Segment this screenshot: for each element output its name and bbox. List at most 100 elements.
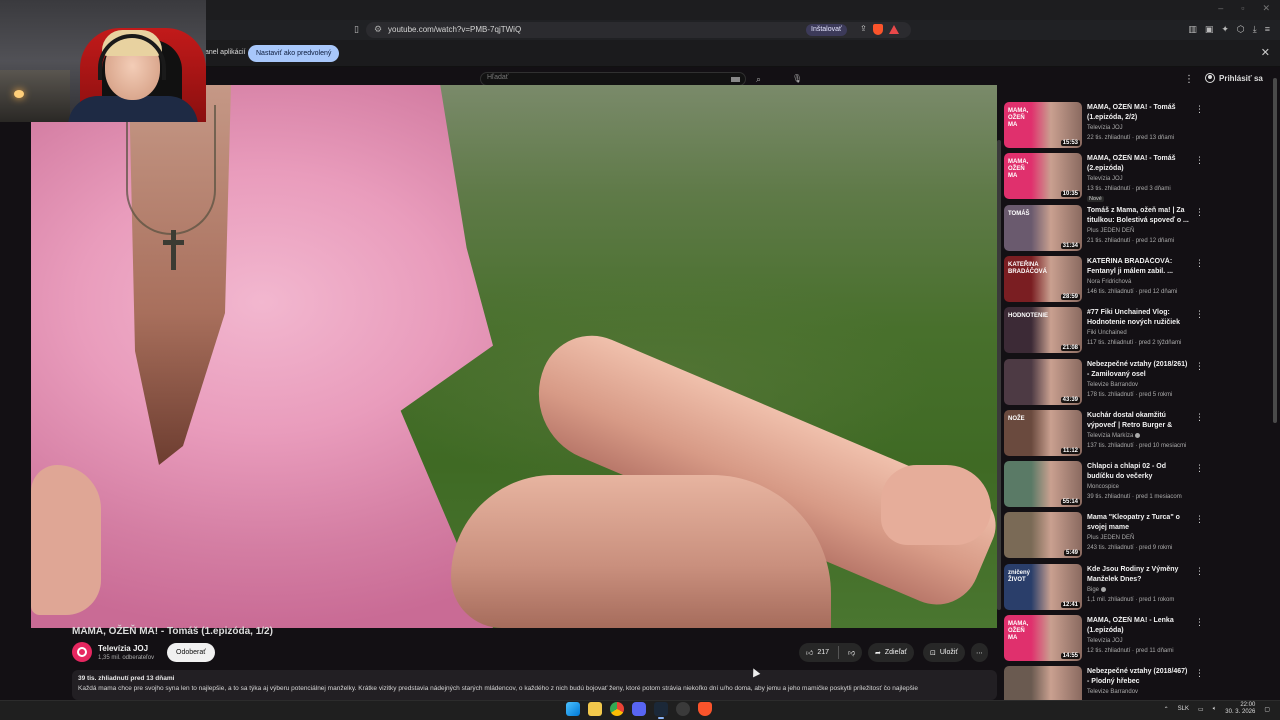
related-video-title[interactable]: #77 Fiki Unchained Vlog: Hodnotenie nový… [1087, 308, 1191, 328]
related-video-item[interactable]: 55:14 Chlapci a chlapi 02 - Od budíčku d… [1004, 461, 1204, 513]
keyboard-icon[interactable] [731, 77, 740, 82]
related-video-title[interactable]: MAMA, OŽEŇ MA! - Lenka (1.epizóda) [1087, 616, 1191, 636]
related-video-thumbnail[interactable]: MAMA, OŽEŇ MA 10:35 [1004, 153, 1082, 200]
start-menu-icon[interactable] [566, 702, 580, 716]
downloads-icon[interactable]: ⤓ [1253, 24, 1257, 35]
menu-icon[interactable]: ≡ [1265, 24, 1270, 35]
more-options-icon[interactable]: ⋮ [1195, 258, 1204, 269]
related-video-item[interactable]: 5:49 Mama "Kleopatry z Turca" o svojej m… [1004, 512, 1204, 564]
search-input[interactable] [480, 72, 746, 86]
wallet-icon[interactable]: ▣ [1205, 24, 1214, 35]
related-video-item[interactable]: 43:39 Nebezpečné vztahy (2018/261) - Zam… [1004, 358, 1204, 411]
more-options-icon[interactable]: ⋮ [1195, 155, 1204, 166]
more-options-icon[interactable]: ⋮ [1195, 514, 1204, 525]
page-scrollbar[interactable] [1273, 78, 1277, 423]
related-video-title[interactable]: Nebezpečné vztahy (2018/467) - Plodný hř… [1087, 667, 1191, 687]
restore-icon[interactable]: ▫ [1241, 3, 1244, 14]
video-scrollbar[interactable] [997, 140, 1001, 610]
like-count[interactable]: 217 [817, 649, 829, 656]
related-video-thumbnail[interactable]: MAMA, OŽEŇ MA 15:53 [1004, 102, 1082, 148]
related-video-thumbnail[interactable]: 43:39 [1004, 358, 1082, 405]
more-options-icon[interactable]: ⋮ [1184, 74, 1194, 85]
search-icon[interactable]: ⌕ [756, 74, 761, 85]
share-button[interactable]: ➦ Zdieľať [868, 643, 915, 662]
related-video-item[interactable]: zničený ŽIVOT 12:41 Kde Jsou Rodiny z Vý… [1004, 563, 1204, 616]
related-video-title[interactable]: Kuchár dostal okamžitú výpoveď | Retro B… [1087, 411, 1191, 431]
sidebar-icon[interactable]: ▥ [1188, 24, 1197, 35]
subscribe-button[interactable]: Odoberať [167, 643, 215, 662]
more-options-icon[interactable]: ⋮ [1195, 566, 1204, 577]
more-options-icon[interactable]: ⋮ [1195, 463, 1204, 474]
site-info-icon[interactable]: ⚙ [374, 24, 382, 35]
related-video-thumbnail[interactable]: KATEŘINA BRADÁČOVÁ 28:59 [1004, 255, 1082, 302]
steam-icon[interactable] [654, 702, 668, 719]
set-default-button[interactable]: Nastaviť ako predvolený [248, 45, 340, 62]
infobar-close-icon[interactable]: ✕ [1261, 46, 1270, 59]
language-indicator[interactable]: SLK [1178, 706, 1189, 712]
like-icon[interactable]: 👍︎ [806, 648, 813, 657]
bookmark-icon[interactable]: ▯ [354, 24, 359, 35]
volume-icon[interactable]: 🔈︎ [1213, 706, 1217, 713]
discord-icon[interactable] [632, 702, 646, 716]
more-options-icon[interactable]: ⋮ [1195, 617, 1204, 628]
vpn-icon[interactable]: ⬡ [1237, 24, 1245, 35]
related-video-title[interactable]: Tomáš z Mama, ožeň ma! | Za titulkou: Bo… [1087, 206, 1191, 226]
minimize-icon[interactable]: – [1218, 3, 1223, 14]
related-video-thumbnail[interactable]: zničený ŽIVOT 12:41 [1004, 563, 1082, 610]
install-app-button[interactable]: Inštalovať [806, 24, 847, 36]
brave-shields-icon[interactable] [872, 24, 883, 35]
related-video-title[interactable]: Nebezpečné vztahy (2018/261) - Zamilovan… [1087, 360, 1191, 380]
more-options-icon[interactable]: ⋮ [1195, 361, 1204, 372]
related-video-item[interactable]: MAMA, OŽEŇ MA 10:35 MAMA, OŽEŇ MA! - Tom… [1004, 153, 1204, 205]
more-options-icon[interactable]: ⋮ [1195, 412, 1204, 423]
related-video-title[interactable]: KATEŘINA BRADÁČOVÁ: Fentanyl ji málem za… [1087, 257, 1191, 277]
save-button[interactable]: ⊡ Uložiť [923, 643, 966, 662]
more-options-icon[interactable]: ⋮ [1195, 104, 1204, 115]
subscriber-count: 1,35 mil. odberateľov [98, 655, 155, 661]
video-duration: 10:35 [1060, 191, 1080, 198]
signin-button[interactable]: Prihlásiť sa [1205, 73, 1263, 83]
related-video-thumbnail[interactable]: 55:14 [1004, 461, 1082, 508]
related-video-item[interactable]: TOMÁŠ 31:34 Tomáš z Mama, ožeň ma! | Za … [1004, 204, 1204, 257]
more-options-icon[interactable]: ⋮ [1195, 668, 1204, 679]
related-video-item[interactable]: MAMA, OŽEŇ MA 15:53 MAMA, OŽEŇ MA! - Tom… [1004, 102, 1204, 154]
clock[interactable]: 22:00 30. 3. 2026 [1225, 702, 1255, 716]
brave-icon[interactable] [698, 702, 712, 716]
related-video-meta: 39 tis. zhliadnutí · pred 1 mesiacom [1087, 494, 1182, 501]
more-options-icon[interactable]: ⋮ [1195, 207, 1204, 218]
tray-chevron-icon[interactable]: ⌃ [1164, 706, 1169, 713]
more-actions-button[interactable]: ⋯ [971, 643, 988, 662]
related-video-thumbnail[interactable]: 5:49 [1004, 512, 1082, 559]
related-video-item[interactable]: HODNOTENIE 21:08 #77 Fiki Unchained Vlog… [1004, 307, 1204, 359]
related-video-title[interactable]: Kde Jsou Rodiny z Výměny Manželek Dnes? [1087, 565, 1191, 585]
leo-ai-icon[interactable]: ✦ [1221, 24, 1229, 35]
notifications-icon[interactable]: ▢ [1264, 706, 1270, 713]
obs-icon[interactable] [676, 702, 690, 716]
related-video-title[interactable]: Mama "Kleopatry z Turca" o svojej mame [1087, 513, 1191, 533]
video-player[interactable] [31, 85, 997, 628]
related-video-title[interactable]: Chlapci a chlapi 02 - Od budíčku do veče… [1087, 462, 1191, 482]
channel-name[interactable]: Televízia JOJ [98, 644, 148, 653]
related-video-item[interactable]: MAMA, OŽEŇ MA 14:55 MAMA, OŽEŇ MA! - Len… [1004, 615, 1204, 667]
related-video-thumbnail[interactable]: MAMA, OŽEŇ MA 14:55 [1004, 615, 1082, 661]
thumbnail-label: HODNOTENIE [1008, 313, 1049, 320]
network-icon[interactable]: ▭ [1198, 706, 1204, 713]
related-video-title[interactable]: MAMA, OŽEŇ MA! - Tomáš (2.epizóda) [1087, 154, 1191, 174]
related-video-thumbnail[interactable]: TOMÁŠ 31:34 [1004, 204, 1082, 251]
share-icon[interactable]: ⇪ [860, 24, 867, 35]
more-options-icon[interactable]: ⋮ [1195, 309, 1204, 320]
related-video-item[interactable]: NOŽE 11:12 Kuchár dostal okamžitú výpove… [1004, 409, 1204, 462]
related-video-thumbnail[interactable]: HODNOTENIE 21:08 [1004, 307, 1082, 354]
file-explorer-icon[interactable] [588, 702, 602, 716]
related-video-thumbnail[interactable]: NOŽE 11:12 [1004, 409, 1082, 456]
related-video-item[interactable]: KATEŘINA BRADÁČOVÁ 28:59 KATEŘINA BRADÁČ… [1004, 255, 1204, 308]
brave-rewards-icon[interactable] [888, 25, 899, 34]
channel-avatar[interactable] [72, 642, 92, 662]
video-duration: 21:08 [1060, 345, 1080, 352]
chrome-icon[interactable] [610, 702, 624, 716]
dislike-icon[interactable]: 👎︎ [848, 648, 855, 657]
description-box[interactable]: 39 tis. zhliadnutí pred 13 dňami Každá m… [72, 670, 997, 700]
related-video-title[interactable]: MAMA, OŽEŇ MA! - Tomáš (1.epizóda, 2/2) [1087, 103, 1191, 123]
microphone-icon[interactable]: 🎙︎ [792, 74, 802, 83]
close-window-icon[interactable]: ✕ [1262, 3, 1270, 14]
